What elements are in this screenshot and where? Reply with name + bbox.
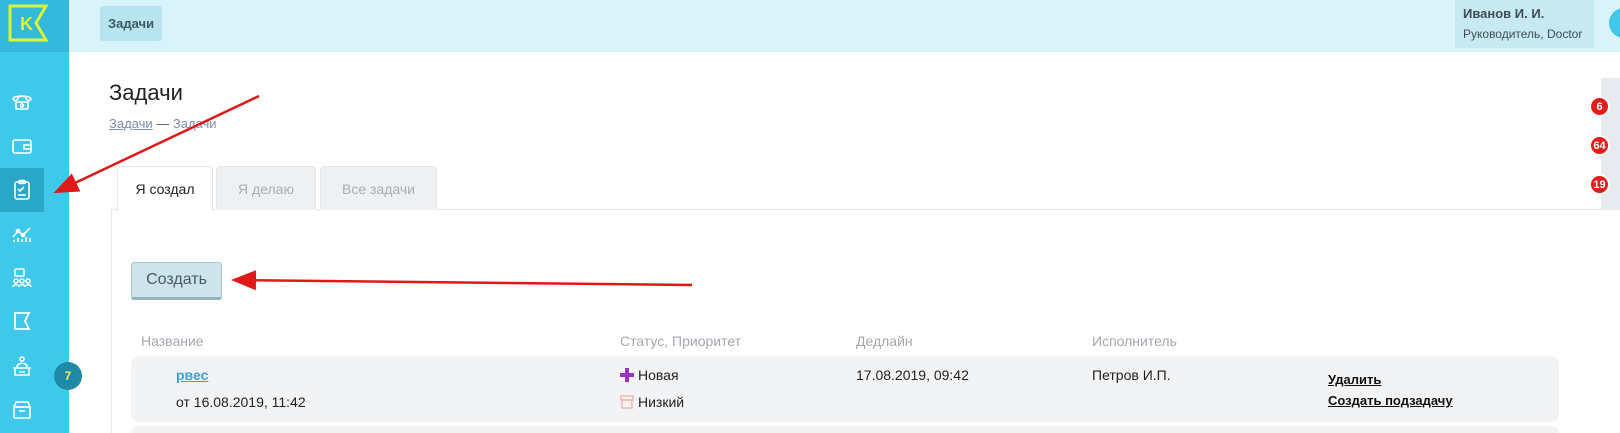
- user-profile[interactable]: Иванов И. И. Руководитель, Doctor: [1455, 0, 1594, 48]
- phone-icon: [12, 95, 32, 110]
- column-header-status: Статус, Приоритет: [620, 333, 742, 349]
- page-title: Задачи: [109, 80, 183, 105]
- top-bar: [69, 0, 1620, 52]
- create-button[interactable]: Создать: [131, 262, 222, 300]
- column-header-deadline: Дедлайн: [856, 333, 913, 349]
- clipboard-check-icon: [14, 179, 30, 200]
- wallet-icon: [12, 139, 32, 154]
- table-row[interactable]: [131, 426, 1559, 433]
- archive-icon: [12, 401, 32, 419]
- flag-icon: [14, 312, 31, 330]
- tab-all-tasks[interactable]: Все задачи: [320, 166, 437, 210]
- breadcrumb: Задачи — Задачи: [109, 116, 217, 131]
- task-status-label: Новая: [638, 367, 679, 383]
- column-header-assignee: Исполнитель: [1092, 333, 1177, 349]
- plus-icon: [620, 368, 634, 382]
- tab-assigned-to-me[interactable]: Я делаю: [216, 166, 316, 210]
- tab-created-by-me[interactable]: Я создал: [117, 166, 213, 211]
- nav-reception[interactable]: [0, 344, 44, 388]
- task-assignee: Петров И.П.: [1092, 367, 1171, 383]
- logo-icon: K: [8, 4, 48, 42]
- nav-wallet[interactable]: [0, 124, 44, 168]
- delete-task-link[interactable]: Удалить: [1328, 372, 1381, 387]
- task-status: Новая: [620, 367, 679, 383]
- header-section-button[interactable]: Задачи: [100, 6, 163, 41]
- column-header-name: Название: [141, 333, 204, 349]
- task-priority: Низкий: [620, 394, 684, 410]
- breadcrumb-separator: —: [152, 116, 173, 131]
- nav-flag[interactable]: [0, 300, 44, 344]
- user-role: Руководитель, Doctor: [1463, 27, 1583, 41]
- table-row[interactable]: рвес от 16.08.2019, 11:42 Новая Низкий 1…: [131, 356, 1559, 422]
- nav-phone[interactable]: [0, 80, 44, 124]
- analytics-icon: [12, 227, 31, 242]
- team-icon: [12, 268, 32, 288]
- user-name: Иванов И. И.: [1463, 6, 1545, 21]
- breadcrumb-link[interactable]: Задачи: [109, 116, 153, 131]
- svg-text:K: K: [20, 14, 33, 34]
- task-priority-label: Низкий: [638, 394, 685, 410]
- task-deadline: 17.08.2019, 09:42: [856, 367, 969, 383]
- reception-icon: [13, 356, 31, 376]
- breadcrumb-current: Задачи: [172, 116, 217, 131]
- nav-archive[interactable]: [0, 388, 44, 432]
- task-created-date: от 16.08.2019, 11:42: [176, 394, 306, 410]
- nav-analytics[interactable]: [0, 212, 44, 256]
- nav-tasks[interactable]: [0, 168, 44, 212]
- task-name-link[interactable]: рвес: [176, 367, 208, 383]
- low-priority-icon: [620, 395, 634, 409]
- notification-badge[interactable]: 19: [1589, 174, 1610, 195]
- notification-badge[interactable]: 6: [1589, 96, 1610, 117]
- create-subtask-link[interactable]: Создать подзадачу: [1328, 393, 1453, 408]
- notification-badge[interactable]: 64: [1589, 135, 1610, 156]
- nav-team[interactable]: [0, 256, 44, 300]
- logo-container[interactable]: K: [0, 0, 69, 52]
- nav-count-badge: 7: [54, 362, 82, 390]
